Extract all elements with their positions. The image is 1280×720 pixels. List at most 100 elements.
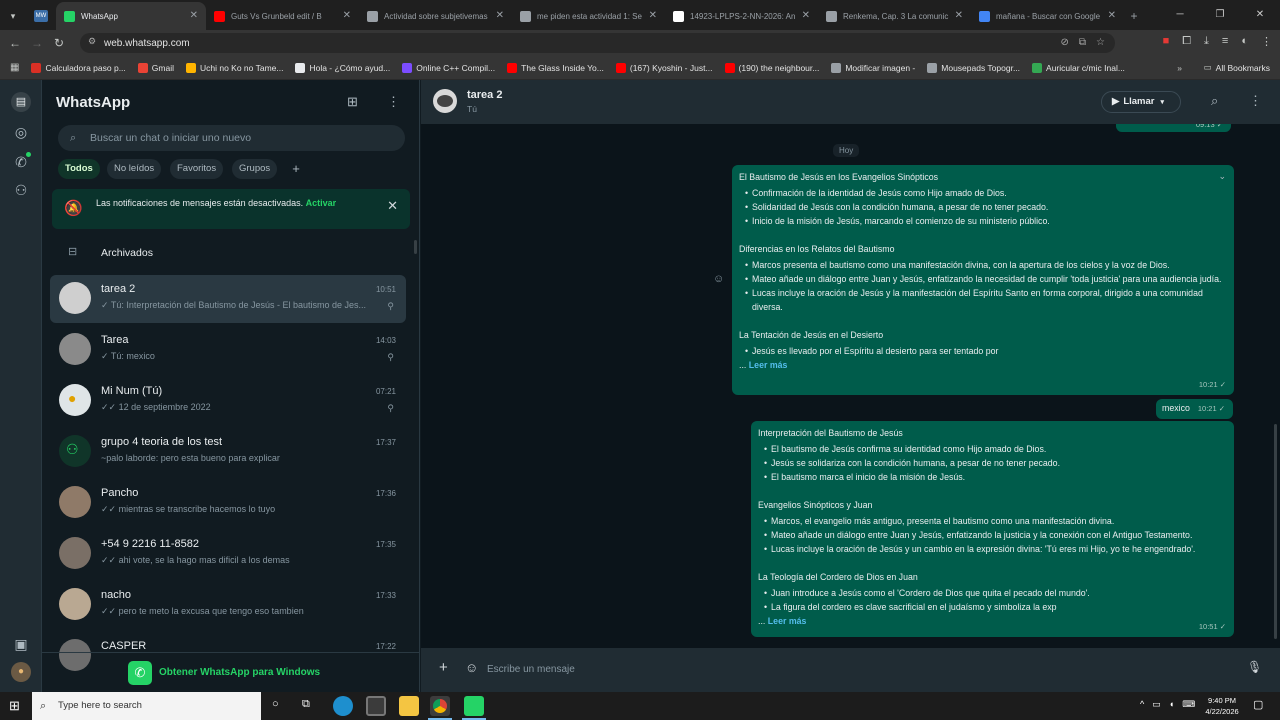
- site-info-icon[interactable]: ⚙: [88, 36, 96, 47]
- search-messages-icon[interactable]: ⌕: [1211, 93, 1218, 109]
- extension-red-icon[interactable]: ■: [1163, 35, 1170, 48]
- browser-menu-icon[interactable]: ⋮: [1261, 35, 1272, 48]
- back-icon[interactable]: ←: [4, 36, 26, 50]
- tab-list-icon[interactable]: ▾: [0, 2, 26, 30]
- message-options-chevron-icon[interactable]: ⌄: [1218, 169, 1226, 183]
- edge-icon[interactable]: [333, 696, 353, 716]
- chat-list-item[interactable]: Tarea 14:03 ✓ Tú: mexico ⚲: [50, 326, 406, 374]
- add-filter-button[interactable]: +: [286, 159, 306, 179]
- message-area-scrollbar[interactable]: [1274, 424, 1277, 639]
- filter-all[interactable]: Todos: [58, 159, 100, 179]
- start-windows-icon[interactable]: ⊞: [9, 698, 20, 714]
- language-icon[interactable]: ⌨: [1182, 699, 1195, 710]
- tray-expand-icon[interactable]: ^: [1140, 699, 1144, 710]
- menu-icon[interactable]: ⋮: [387, 94, 400, 110]
- whatsapp-taskbar-icon[interactable]: [464, 696, 484, 716]
- minimize-window-icon[interactable]: ─: [1160, 9, 1200, 20]
- bookmark-item[interactable]: Auricular c/mic Inal...: [1032, 62, 1125, 73]
- chrome-icon[interactable]: [430, 696, 450, 716]
- channels-icon[interactable]: ✆: [11, 152, 31, 172]
- sticker-icon[interactable]: ☺: [465, 660, 478, 675]
- close-tab-icon[interactable]: ✕: [1108, 10, 1116, 21]
- media-gallery-icon[interactable]: ▣: [11, 634, 31, 654]
- close-tab-icon[interactable]: ✕: [496, 10, 504, 21]
- bookmark-item[interactable]: (190) the neighbour...: [724, 62, 819, 73]
- search-input[interactable]: ⌕ Buscar un chat o iniciar uno nuevo: [58, 125, 405, 151]
- reload-icon[interactable]: ↻: [48, 36, 70, 50]
- all-bookmarks-link[interactable]: ▭ All Bookmarks: [1204, 62, 1270, 73]
- emoji-reaction-icon[interactable]: ☺: [713, 273, 724, 285]
- new-tab-button[interactable]: +: [1124, 2, 1144, 30]
- install-app-icon[interactable]: ⧉: [1079, 37, 1086, 48]
- chat-list-item[interactable]: +54 9 2216 11-8582 17:35 ✓✓ ahi vote, se l…: [50, 530, 406, 578]
- bookmark-item[interactable]: Uchi no Ko no Tame...: [185, 62, 283, 73]
- activate-notifications-link[interactable]: Activar: [306, 198, 337, 208]
- browser-tab[interactable]: me piden esta actividad 1: Se ✕: [512, 2, 665, 30]
- filter-favorites[interactable]: Favoritos: [170, 159, 224, 179]
- bookmark-item[interactable]: Calculadora paso p...: [31, 62, 126, 73]
- profile-avatar[interactable]: ●: [11, 662, 31, 682]
- bookmark-item[interactable]: Modificar imagen -: [831, 62, 915, 73]
- chat-list-item[interactable]: nacho 17:33 ✓✓ pero te meto la excusa que …: [50, 581, 406, 629]
- call-button[interactable]: ▶ Llamar ▾: [1101, 91, 1181, 113]
- apps-grid-icon[interactable]: ▦: [10, 62, 19, 73]
- reading-list-icon[interactable]: ≡: [1222, 35, 1228, 48]
- filter-groups[interactable]: Grupos: [232, 159, 278, 179]
- camera-off-icon[interactable]: ⊘: [1061, 37, 1069, 48]
- taskbar-clock[interactable]: 9:40 PM 4/22/2026: [1200, 695, 1244, 717]
- file-explorer-icon[interactable]: [399, 696, 419, 716]
- task-view-icon[interactable]: ⧉: [302, 698, 310, 711]
- bookmark-item[interactable]: The Glass Inside Yo...: [507, 62, 604, 73]
- new-chat-icon[interactable]: ⊞: [347, 94, 358, 110]
- close-tab-icon[interactable]: ✕: [343, 10, 351, 21]
- archived-row[interactable]: ⊟ Archivados: [50, 238, 406, 268]
- bookmark-item[interactable]: Gmail: [137, 62, 174, 73]
- extensions-icon[interactable]: ⧠: [1182, 35, 1191, 48]
- volume-icon[interactable]: ◖: [1169, 699, 1174, 710]
- browser-tab[interactable]: Guts Vs Grunbeld edit / B ✕: [206, 2, 359, 30]
- cortana-icon[interactable]: ○: [272, 698, 279, 710]
- conversation-header[interactable]: tarea 2 Tú ▶ Llamar ▾ ⌕ ⋮: [421, 80, 1280, 124]
- bookmark-item[interactable]: (167) Kyoshin - Just...: [615, 62, 713, 73]
- attach-plus-icon[interactable]: +: [439, 659, 448, 676]
- close-tab-icon[interactable]: ✕: [190, 10, 198, 21]
- close-tab-icon[interactable]: ✕: [802, 10, 810, 21]
- group-avatar[interactable]: [433, 89, 457, 113]
- read-more-link[interactable]: Leer más: [749, 360, 788, 370]
- restore-window-icon[interactable]: ❐: [1200, 9, 1240, 20]
- message-bubble[interactable]: Interpretación del Bautismo de Jesús El b…: [751, 421, 1234, 637]
- chat-list-item[interactable]: ● Mi Num (Tú) 07:21 ✓✓ 12 de septiembre 202…: [50, 377, 406, 425]
- url-field[interactable]: ⚙ web.whatsapp.com ⊘ ⧉ ☆: [80, 33, 1115, 53]
- close-tab-icon[interactable]: ✕: [955, 10, 963, 21]
- profile-avatar-icon[interactable]: ◐: [1241, 35, 1248, 48]
- bookmark-star-icon[interactable]: ☆: [1096, 37, 1105, 48]
- bookmark-item[interactable]: Online C++ Compil...: [402, 62, 495, 73]
- close-window-icon[interactable]: ✕: [1240, 9, 1280, 20]
- close-tab-icon[interactable]: ✕: [649, 10, 657, 21]
- chat-list-item[interactable]: tarea 2 10:51 ✓ Tú: Interpretación del Bau…: [50, 275, 406, 323]
- read-more-link[interactable]: Leer más: [768, 616, 807, 626]
- bookmark-item[interactable]: Mousepads Topogr...: [927, 62, 1020, 73]
- profile-tab-icon[interactable]: MW: [26, 2, 56, 30]
- browser-tab[interactable]: 14923-LPLPS-2-NN-2026: An ✕: [665, 2, 818, 30]
- forward-icon[interactable]: →: [26, 36, 48, 50]
- microphone-icon[interactable]: 🎙: [1247, 660, 1262, 674]
- taskbar-search-box[interactable]: ⌕ Type here to search: [32, 692, 261, 720]
- store-icon[interactable]: [366, 696, 386, 716]
- message-bubble[interactable]: ⌄ El Bautismo de Jesús en los Evangelios…: [732, 165, 1234, 395]
- chat-list-scrollbar[interactable]: [414, 240, 417, 254]
- message-input[interactable]: Escribe un mensaje: [487, 660, 1247, 680]
- message-bubble[interactable]: mexico 10:21 ✓: [1156, 399, 1233, 419]
- browser-tab[interactable]: mañana - Buscar con Google ✕: [971, 2, 1124, 30]
- browser-tab[interactable]: Renkema, Cap. 3 La comunic ✕: [818, 2, 971, 30]
- notification-center-icon[interactable]: ▢: [1253, 698, 1263, 711]
- bookmark-item[interactable]: Hola - ¿Cómo ayud...: [295, 62, 390, 73]
- conversation-menu-icon[interactable]: ⋮: [1249, 93, 1262, 109]
- browser-tab[interactable]: WhatsApp ✕: [56, 2, 206, 30]
- chats-icon[interactable]: ▤: [11, 92, 31, 112]
- chat-list-item[interactable]: ⚇ grupo 4 teoria de los test 17:37 ~palo la…: [50, 428, 406, 476]
- network-icon[interactable]: ▭: [1152, 699, 1161, 710]
- chat-list-item[interactable]: Pancho 17:36 ✓✓ mientras se transcribe hac…: [50, 479, 406, 527]
- status-icon[interactable]: ◎: [11, 122, 31, 142]
- get-windows-app-bar[interactable]: ✆ Obtener WhatsApp para Windows: [42, 652, 420, 692]
